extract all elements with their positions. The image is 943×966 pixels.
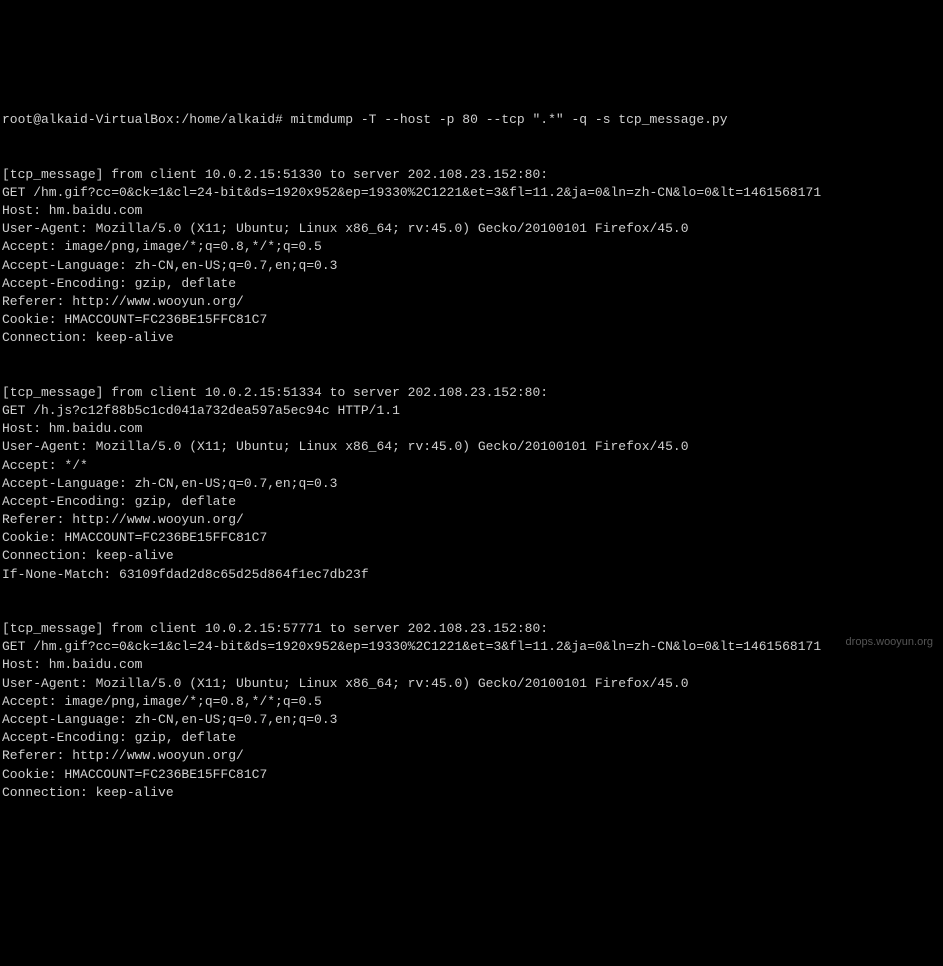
http-line: Host: hm.baidu.com bbox=[2, 656, 941, 674]
http-line: User-Agent: Mozilla/5.0 (X11; Ubuntu; Li… bbox=[2, 220, 941, 238]
http-line: Accept: image/png,image/*;q=0.8,*/*;q=0.… bbox=[2, 238, 941, 256]
http-line: Accept-Language: zh-CN,en-US;q=0.7,en;q=… bbox=[2, 475, 941, 493]
output-blocks: [tcp_message] from client 10.0.2.15:5133… bbox=[2, 166, 941, 820]
tcp-message-block: [tcp_message] from client 10.0.2.15:5777… bbox=[2, 620, 941, 820]
http-line: Accept-Encoding: gzip, deflate bbox=[2, 275, 941, 293]
tcp-message-header: [tcp_message] from client 10.0.2.15:5133… bbox=[2, 166, 941, 184]
http-line: Cookie: HMACCOUNT=FC236BE15FFC81C7 bbox=[2, 529, 941, 547]
http-line: Accept: */* bbox=[2, 457, 941, 475]
http-line: Referer: http://www.wooyun.org/ bbox=[2, 747, 941, 765]
blank-line bbox=[2, 584, 941, 602]
http-line: Connection: keep-alive bbox=[2, 547, 941, 565]
shell-prompt: root@alkaid-VirtualBox:/home/alkaid# bbox=[2, 112, 291, 127]
http-line: Accept-Language: zh-CN,en-US;q=0.7,en;q=… bbox=[2, 711, 941, 729]
http-line: Cookie: HMACCOUNT=FC236BE15FFC81C7 bbox=[2, 311, 941, 329]
tcp-message-header: [tcp_message] from client 10.0.2.15:5133… bbox=[2, 384, 941, 402]
http-line: Connection: keep-alive bbox=[2, 329, 941, 347]
http-line: GET /hm.gif?cc=0&ck=1&cl=24-bit&ds=1920x… bbox=[2, 184, 941, 202]
http-line: Accept: image/png,image/*;q=0.8,*/*;q=0.… bbox=[2, 693, 941, 711]
command-line: root@alkaid-VirtualBox:/home/alkaid# mit… bbox=[2, 111, 941, 129]
http-line: Accept-Language: zh-CN,en-US;q=0.7,en;q=… bbox=[2, 257, 941, 275]
http-line: GET /hm.gif?cc=0&ck=1&cl=24-bit&ds=1920x… bbox=[2, 638, 941, 656]
http-line: Referer: http://www.wooyun.org/ bbox=[2, 293, 941, 311]
http-line: Host: hm.baidu.com bbox=[2, 202, 941, 220]
shell-command: mitmdump -T --host -p 80 --tcp ".*" -q -… bbox=[291, 112, 728, 127]
http-line: GET /h.js?c12f88b5c1cd041a732dea597a5ec9… bbox=[2, 402, 941, 420]
http-line: Accept-Encoding: gzip, deflate bbox=[2, 729, 941, 747]
blank-line bbox=[2, 348, 941, 366]
tcp-message-block: [tcp_message] from client 10.0.2.15:5133… bbox=[2, 166, 941, 366]
http-line: Referer: http://www.wooyun.org/ bbox=[2, 511, 941, 529]
tcp-message-block: [tcp_message] from client 10.0.2.15:5133… bbox=[2, 384, 941, 602]
http-line: User-Agent: Mozilla/5.0 (X11; Ubuntu; Li… bbox=[2, 438, 941, 456]
http-line: User-Agent: Mozilla/5.0 (X11; Ubuntu; Li… bbox=[2, 675, 941, 693]
http-line: Cookie: HMACCOUNT=FC236BE15FFC81C7 bbox=[2, 766, 941, 784]
blank-line bbox=[2, 802, 941, 820]
http-line: Accept-Encoding: gzip, deflate bbox=[2, 493, 941, 511]
watermark-text: drops.wooyun.org bbox=[846, 635, 933, 650]
terminal-output[interactable]: root@alkaid-VirtualBox:/home/alkaid# mit… bbox=[2, 75, 941, 839]
http-line: Connection: keep-alive bbox=[2, 784, 941, 802]
http-line: If-None-Match: 63109fdad2d8c65d25d864f1e… bbox=[2, 566, 941, 584]
http-line: Host: hm.baidu.com bbox=[2, 420, 941, 438]
tcp-message-header: [tcp_message] from client 10.0.2.15:5777… bbox=[2, 620, 941, 638]
